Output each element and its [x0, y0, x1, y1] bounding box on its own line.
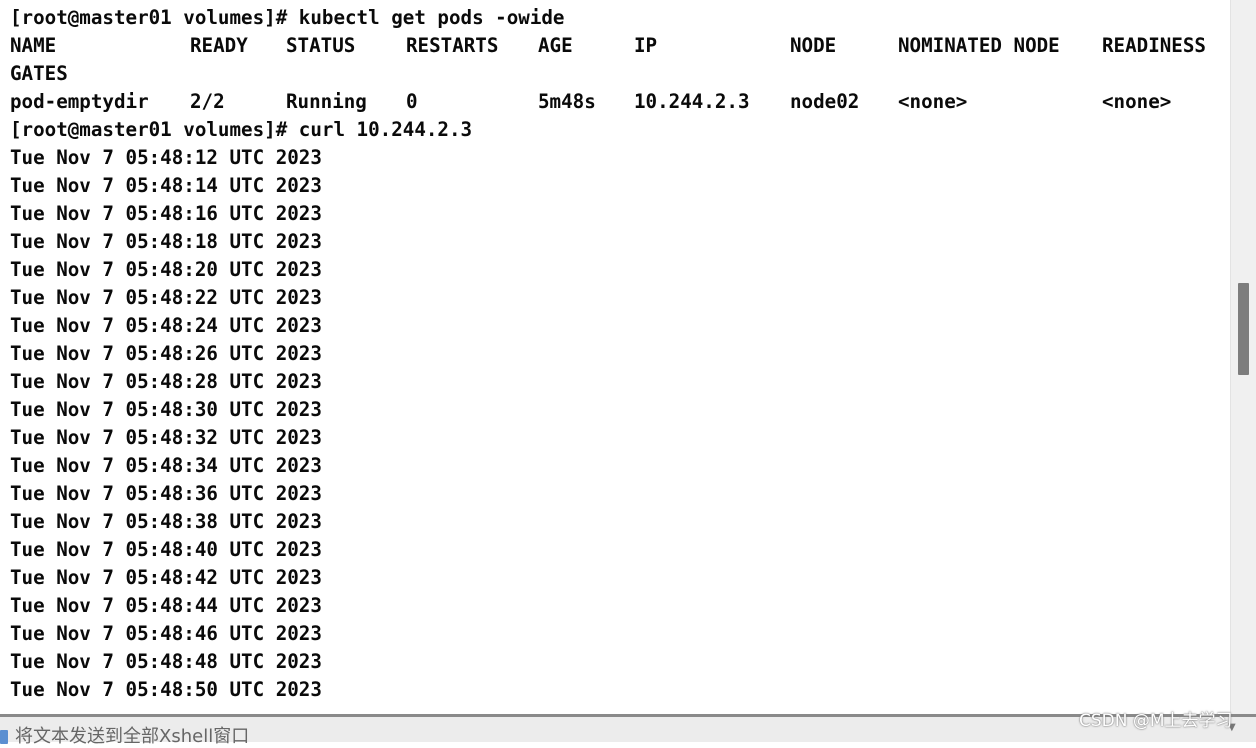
output-line: Tue Nov 7 05:48:32 UTC 2023: [10, 426, 322, 449]
output-line: Tue Nov 7 05:48:14 UTC 2023: [10, 174, 322, 197]
output-line: Tue Nov 7 05:48:18 UTC 2023: [10, 230, 322, 253]
output-line: Tue Nov 7 05:48:16 UTC 2023: [10, 202, 322, 225]
prompt-line-curl: [root@master01 volumes]# curl 10.244.2.3: [10, 118, 473, 141]
pod-nominated-node: <none>: [898, 90, 968, 113]
output-line: Tue Nov 7 05:48:42 UTC 2023: [10, 566, 322, 589]
pod-restarts: 0: [406, 90, 418, 113]
header-nominated-node: NOMINATED NODE: [898, 34, 1060, 57]
header-wrap-gates: GATES: [10, 62, 68, 85]
header-age: AGE: [538, 34, 573, 57]
output-line: Tue Nov 7 05:48:28 UTC 2023: [10, 370, 322, 393]
terminal-output[interactable]: [root@master01 volumes]# kubectl get pod…: [0, 0, 1230, 714]
pod-node: node02: [790, 90, 860, 113]
output-line: Tue Nov 7 05:48:46 UTC 2023: [10, 622, 322, 645]
output-line: Tue Nov 7 05:48:12 UTC 2023: [10, 146, 322, 169]
pod-name: pod-emptydir: [10, 90, 149, 113]
pod-readiness: <none>: [1102, 90, 1172, 113]
output-line: Tue Nov 7 05:48:20 UTC 2023: [10, 258, 322, 281]
output-line: Tue Nov 7 05:48:44 UTC 2023: [10, 594, 322, 617]
header-status: STATUS: [286, 34, 356, 57]
header-readiness: READINESS: [1102, 34, 1206, 57]
pod-age: 5m48s: [538, 90, 596, 113]
header-restarts: RESTARTS: [406, 34, 499, 57]
pod-ready: 2/2: [190, 90, 225, 113]
output-line: Tue Nov 7 05:48:34 UTC 2023: [10, 454, 322, 477]
output-line: Tue Nov 7 05:48:22 UTC 2023: [10, 286, 322, 309]
output-line: Tue Nov 7 05:48:24 UTC 2023: [10, 314, 322, 337]
vertical-scrollbar[interactable]: [1230, 0, 1256, 714]
pod-status: Running: [286, 90, 367, 113]
header-ip: IP: [634, 34, 658, 57]
prompt-line-kubectl: [root@master01 volumes]# kubectl get pod…: [10, 6, 565, 29]
table-row: pod-emptydir 2/2 Running 0 5m48s 10.244.…: [10, 88, 1171, 116]
scrollbar-thumb[interactable]: [1238, 283, 1249, 375]
output-line: Tue Nov 7 05:48:26 UTC 2023: [10, 342, 322, 365]
pod-ip: 10.244.2.3: [634, 90, 750, 113]
output-line: Tue Nov 7 05:48:40 UTC 2023: [10, 538, 322, 561]
output-line: Tue Nov 7 05:48:48 UTC 2023: [10, 650, 322, 673]
output-line: Tue Nov 7 05:48:30 UTC 2023: [10, 398, 322, 421]
header-node: NODE: [790, 34, 837, 57]
header-ready: READY: [190, 34, 248, 57]
output-line: Tue Nov 7 05:48:36 UTC 2023: [10, 482, 322, 505]
compose-bar[interactable]: 将文本发送到全部Xshell窗口: [0, 714, 1256, 747]
output-line: Tue Nov 7 05:48:38 UTC 2023: [10, 510, 322, 533]
table-header-row: NAME READY STATUS RESTARTS AGE IP NODE N…: [10, 32, 1206, 60]
header-name: NAME: [10, 34, 57, 57]
compose-bar-label[interactable]: 将文本发送到全部Xshell窗口: [15, 726, 249, 748]
output-line: Tue Nov 7 05:48:50 UTC 2023: [10, 678, 322, 701]
csdn-watermark: CSDN @M上去学习: [1079, 711, 1233, 731]
